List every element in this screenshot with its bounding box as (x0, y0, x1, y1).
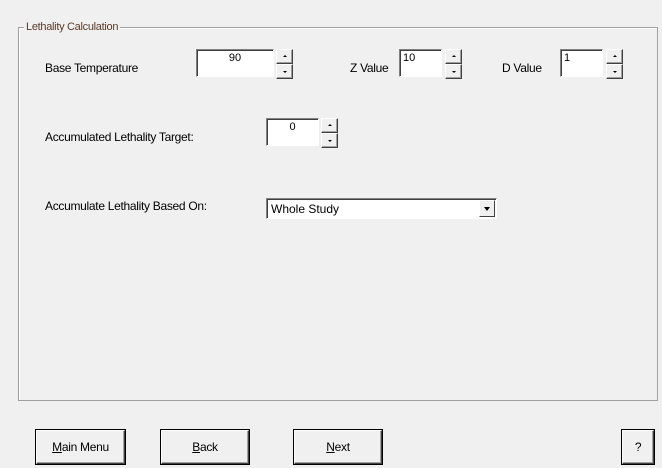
accumulate-based-on-label: Accumulate Lethality Based On: (45, 199, 207, 213)
base-temperature-input[interactable]: 90 (196, 49, 274, 77)
help-button[interactable]: ? (622, 430, 654, 464)
arrow-down-icon (452, 71, 456, 73)
lethality-target-up-button[interactable] (321, 118, 338, 133)
main-menu-button[interactable]: Main Menu (36, 430, 125, 464)
base-temperature-spinner[interactable] (276, 49, 293, 79)
back-mnemonic: B (192, 440, 200, 454)
group-title: Lethality Calculation (24, 21, 121, 33)
d-value-label: D Value (502, 61, 542, 75)
arrow-up-icon (452, 55, 456, 57)
lethality-target-label: Accumulated Lethality Target: (45, 130, 194, 144)
arrow-up-icon (283, 55, 287, 57)
next-label: ext (334, 440, 350, 454)
back-button[interactable]: Back (161, 430, 249, 464)
next-button[interactable]: Next (294, 430, 382, 464)
z-value-down-button[interactable] (445, 64, 462, 79)
accumulate-based-on-select[interactable]: Whole Study (266, 198, 497, 219)
z-value-up-button[interactable] (445, 49, 462, 64)
d-value-spinner[interactable] (606, 49, 623, 79)
d-value-up-button[interactable] (606, 49, 623, 64)
main-menu-label: ain Menu (61, 440, 109, 454)
accumulate-based-on-selected: Whole Study (271, 202, 340, 216)
d-value-value: 1 (564, 52, 571, 64)
arrow-up-icon (613, 55, 617, 57)
base-temperature-value: 90 (228, 52, 242, 64)
arrow-down-icon (328, 140, 332, 142)
lethality-target-input[interactable]: 0 (266, 118, 319, 146)
base-temperature-label: Base Temperature (45, 61, 139, 75)
lethality-target-spinner[interactable] (321, 118, 338, 148)
lethality-target-down-button[interactable] (321, 133, 338, 148)
arrow-up-icon (328, 124, 332, 126)
lethality-target-value: 0 (289, 121, 296, 133)
d-value-input[interactable]: 1 (560, 49, 603, 77)
main-menu-mnemonic: M (52, 440, 62, 454)
dropdown-button[interactable] (479, 200, 495, 217)
d-value-down-button[interactable] (606, 64, 623, 79)
z-value-label: Z Value (350, 61, 389, 75)
help-label: ? (634, 440, 642, 454)
z-value-value: 10 (403, 52, 416, 64)
base-temperature-up-button[interactable] (276, 49, 293, 64)
next-mnemonic: N (326, 440, 335, 454)
z-value-input[interactable]: 10 (399, 49, 442, 77)
base-temperature-down-button[interactable] (276, 64, 293, 79)
z-value-spinner[interactable] (445, 49, 462, 79)
back-label: ack (199, 440, 218, 454)
arrow-down-icon (283, 71, 287, 73)
arrow-down-icon (613, 71, 617, 73)
chevron-down-icon (484, 207, 490, 211)
